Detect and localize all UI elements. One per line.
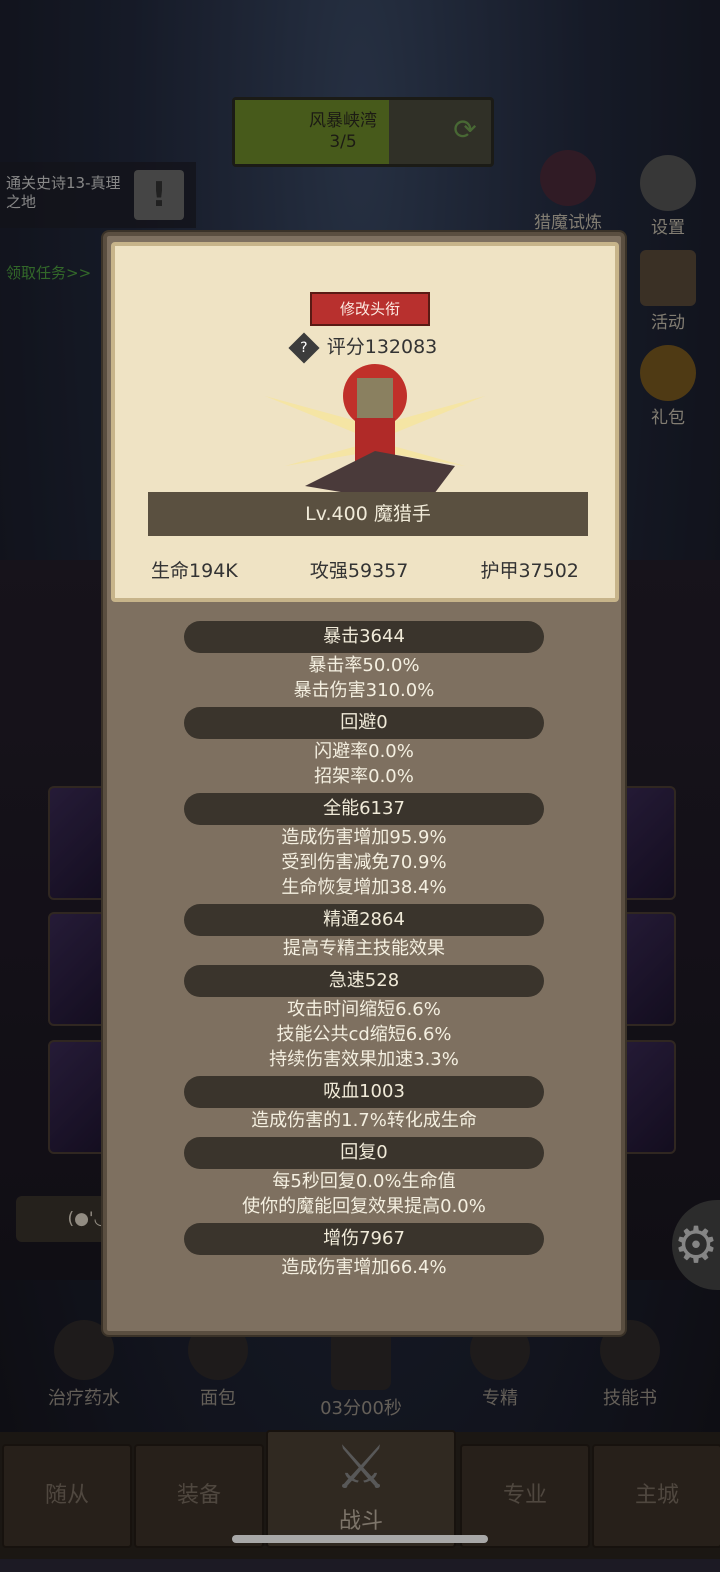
stat-head: 全能6137 xyxy=(184,793,544,825)
score-row: ? 评分132083 xyxy=(115,331,615,364)
stat-line: 造成伤害增加95.9% xyxy=(281,827,447,848)
stat-head: 暴击3644 xyxy=(184,621,544,653)
character-stats-modal: 修改头衔 ? 评分132083 Lv.400 魔猎手 生命194K 攻强59357… xyxy=(103,232,625,1335)
stat-line: 暴击率50.0% xyxy=(308,655,420,676)
stat-section-leech: 吸血1003 造成伤害的1.7%转化成生命 xyxy=(107,1076,621,1133)
stat-head: 急速528 xyxy=(184,965,544,997)
stat-list: 暴击3644 暴击率50.0% 暴击伤害310.0% 回避0 闪避率0.0% 招… xyxy=(107,621,621,1280)
stat-line: 使你的魔能回复效果提高0.0% xyxy=(242,1196,486,1217)
stat-head: 回复0 xyxy=(184,1137,544,1169)
score-label: 评分132083 xyxy=(326,336,438,358)
stat-line: 生命恢复增加38.4% xyxy=(281,877,447,898)
change-title-button[interactable]: 修改头衔 xyxy=(310,292,430,326)
stat-line: 闪避率0.0% xyxy=(314,741,414,762)
stat-section-versatility: 全能6137 造成伤害增加95.9% 受到伤害减免70.9% 生命恢复增加38.… xyxy=(107,793,621,900)
stat-head: 增伤7967 xyxy=(184,1223,544,1255)
stat-section-mastery: 精通2864 提高专精主技能效果 xyxy=(107,904,621,961)
home-indicator[interactable] xyxy=(232,1535,488,1543)
stat-line: 技能公共cd缩短6.6% xyxy=(276,1024,452,1045)
stat-section-haste: 急速528 攻击时间缩短6.6% 技能公共cd缩短6.6% 持续伤害效果加速3.… xyxy=(107,965,621,1072)
hero-name: Lv.400 魔猎手 xyxy=(148,492,588,536)
armor-stat: 护甲37502 xyxy=(480,560,579,582)
stat-line: 招架率0.0% xyxy=(314,766,414,787)
stat-head: 吸血1003 xyxy=(184,1076,544,1108)
stat-section-crit: 暴击3644 暴击率50.0% 暴击伤害310.0% xyxy=(107,621,621,703)
stat-head: 回避0 xyxy=(184,707,544,739)
stat-line: 攻击时间缩短6.6% xyxy=(287,999,441,1020)
stat-line: 受到伤害减免70.9% xyxy=(281,852,447,873)
hp-stat: 生命194K xyxy=(151,560,238,582)
base-stats: 生命194K 攻强59357 护甲37502 xyxy=(115,556,615,583)
attack-stat: 攻强59357 xyxy=(309,560,409,582)
stat-section-damage-boost: 增伤7967 造成伤害增加66.4% xyxy=(107,1223,621,1280)
stat-line: 造成伤害的1.7%转化成生命 xyxy=(251,1110,477,1131)
stat-section-avoid: 回避0 闪避率0.0% 招架率0.0% xyxy=(107,707,621,789)
character-card: 修改头衔 ? 评分132083 Lv.400 魔猎手 生命194K 攻强59357… xyxy=(111,242,619,602)
stat-section-regen: 回复0 每5秒回复0.0%生命值 使你的魔能回复效果提高0.0% xyxy=(107,1137,621,1219)
stat-line: 暴击伤害310.0% xyxy=(293,680,435,701)
stat-line: 每5秒回复0.0%生命值 xyxy=(272,1171,456,1192)
stat-head: 精通2864 xyxy=(184,904,544,936)
stat-line: 造成伤害增加66.4% xyxy=(281,1257,447,1278)
stat-line: 提高专精主技能效果 xyxy=(283,938,445,959)
stat-line: 持续伤害效果加速3.3% xyxy=(269,1049,459,1070)
